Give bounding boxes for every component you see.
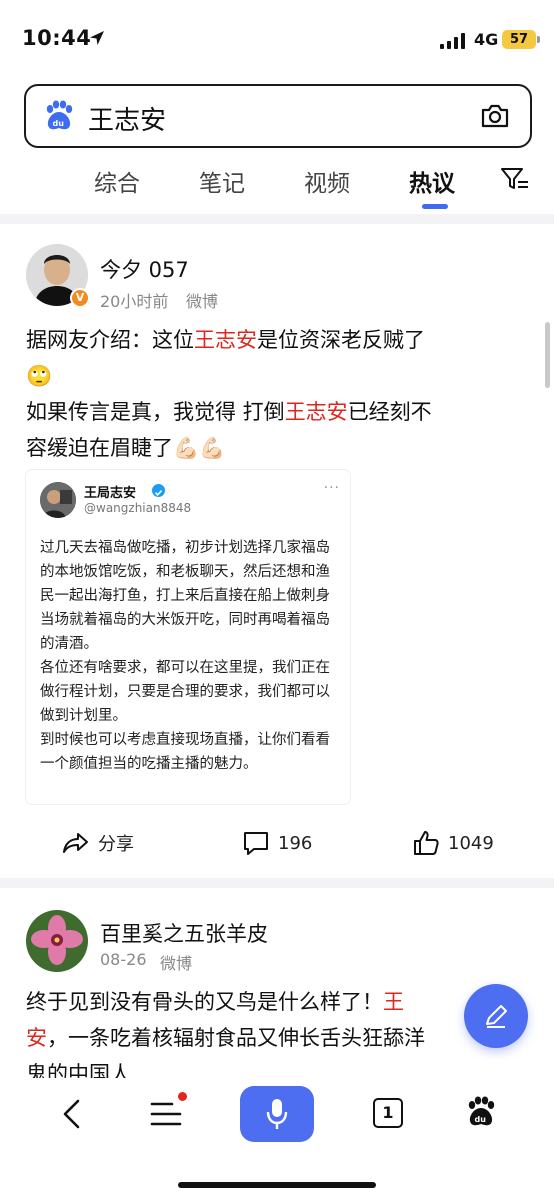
tabs-count-button[interactable]: 1	[373, 1098, 403, 1128]
post-time: 08-26	[100, 950, 147, 969]
embed-paragraph: 到时候也可以考虑直接现场直播，让你们看看一个颜值担当的吃播主播的魅力。	[40, 732, 330, 772]
post-source: 微博	[160, 954, 193, 973]
voice-search-button[interactable]	[240, 1086, 314, 1142]
baidu-home-icon[interactable]: du	[464, 1096, 498, 1132]
keyword-highlight: 王志安	[284, 400, 348, 424]
post-username[interactable]: 今夕 057	[100, 254, 189, 284]
like-button[interactable]: 1049	[412, 830, 494, 856]
location-arrow-icon	[88, 29, 106, 51]
embedded-image[interactable]: 王局志安 @wangzhian8848 ··· 过几天去福岛做吃播，初步计划选择…	[26, 470, 350, 804]
notification-dot	[178, 1092, 187, 1101]
embed-paragraph: 各位还有啥要求，都可以在这里提，我们正在做行程计划，只要是合理的要求，我们都可以…	[40, 660, 330, 724]
status-bar: 10:44 4G 57	[0, 0, 554, 80]
avatar[interactable]	[26, 910, 88, 972]
post-line: 鬼的中国人	[26, 1062, 131, 1078]
microphone-icon	[266, 1099, 288, 1129]
battery-indicator: 57	[502, 30, 536, 49]
comment-icon	[244, 832, 268, 855]
filter-tabs: 综合 笔记 视频 热议	[0, 160, 554, 212]
post-line: 🙄	[26, 364, 53, 388]
section-divider	[0, 878, 554, 888]
section-divider	[0, 214, 554, 224]
compose-button[interactable]	[464, 984, 528, 1048]
share-icon	[63, 833, 88, 853]
verified-badge-icon: V	[70, 288, 90, 308]
network-type: 4G	[474, 30, 499, 49]
keyword-highlight: 安	[26, 1026, 47, 1050]
scrollbar[interactable]	[545, 322, 550, 388]
keyword-highlight: 王	[383, 990, 404, 1014]
post-actions: 分享 196 1049	[0, 822, 554, 862]
pencil-icon	[486, 1005, 507, 1028]
post-line: 容缓迫在眉睫了💪🏻💪🏻	[26, 436, 226, 460]
tab-hot-discussion[interactable]: 热议	[409, 164, 455, 198]
verified-check-icon	[152, 484, 165, 497]
home-indicator	[178, 1182, 376, 1188]
tab-notes[interactable]: 笔记	[199, 164, 245, 198]
comment-button[interactable]: 196	[242, 830, 312, 856]
battery-tip	[537, 36, 540, 43]
tab-videos[interactable]: 视频	[304, 164, 350, 198]
embed-paragraph: 过几天去福岛做吃播，初步计划选择几家福岛的本地饭馆吃饭，和老板聊天，然后还想和渔…	[40, 540, 330, 652]
tab-comprehensive[interactable]: 综合	[94, 164, 140, 198]
active-tab-indicator	[422, 204, 448, 209]
more-icon: ···	[323, 480, 340, 496]
post-source: 微博	[186, 292, 219, 311]
camera-icon[interactable]	[480, 103, 510, 133]
post-line: 如果传言是真，我觉得 打倒王志安已经刻不	[26, 400, 432, 424]
embed-avatar	[40, 482, 76, 518]
embed-username: 王局志安	[84, 486, 137, 501]
keyword-highlight: 王志安	[194, 328, 257, 352]
svg-text:du: du	[475, 1115, 487, 1124]
filter-icon[interactable]	[500, 166, 530, 196]
back-icon[interactable]	[60, 1098, 84, 1134]
svg-text:du: du	[53, 119, 65, 128]
post-line: 据网友介绍：这位王志安是位资深老反贼了	[26, 328, 425, 352]
search-bar[interactable]: du 王志安	[24, 84, 532, 148]
status-time: 10:44	[22, 26, 92, 50]
share-button[interactable]: 分享	[62, 830, 134, 856]
thumbs-up-icon	[414, 831, 439, 855]
menu-icon[interactable]	[150, 1100, 182, 1132]
signal-bars-icon	[440, 33, 466, 53]
embed-handle: @wangzhian8848	[84, 501, 192, 515]
search-input[interactable]: 王志安	[88, 100, 166, 137]
post-text: 据网友介绍：这位王志安是位资深老反贼了 🙄 如果传言是真，我觉得 打倒王志安已经…	[26, 322, 536, 466]
bottom-nav: 1 du	[0, 1078, 554, 1200]
baidu-paw-icon: du	[42, 100, 76, 136]
post-username[interactable]: 百里奚之五张羊皮	[100, 918, 268, 948]
post-time: 20小时前	[100, 292, 169, 311]
